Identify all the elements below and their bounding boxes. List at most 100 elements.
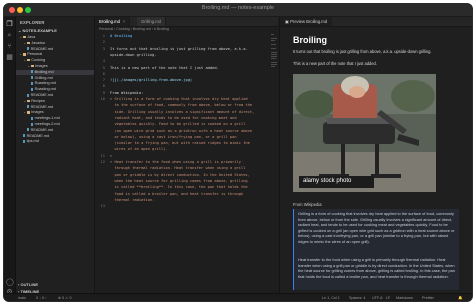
- language-mode[interactable]: Markdown: [396, 294, 413, 301]
- tab-grilling[interactable]: Grilling.md: [137, 17, 167, 26]
- code-line[interactable]: is called **broiling**. In this case, th…: [95, 185, 278, 190]
- file-item[interactable]: Roasting.md: [16, 87, 94, 92]
- code-line[interactable]: 5 This is a new part of the note that I j…: [95, 66, 278, 71]
- close-icon[interactable]: ×: [123, 19, 125, 24]
- line-number: 11: [100, 153, 105, 158]
- line-text: side. Grilling usually involves a signif…: [110, 109, 255, 114]
- code-line[interactable]: 1 # Broiling: [95, 34, 278, 39]
- folder-item[interactable]: ⌄ Personal: [16, 52, 94, 57]
- code-line[interactable]: thermal radiation.: [95, 198, 278, 203]
- line-number: 10: [100, 97, 105, 101]
- files-icon[interactable]: ❐: [6, 21, 13, 28]
- code-line[interactable]: wires of an open grill).: [95, 147, 278, 152]
- code-line[interactable]: pan or griddle is by direct conduction. …: [95, 173, 278, 178]
- tree-item-label: meetings-1.md: [34, 116, 60, 121]
- code-line[interactable]: 3 It turns out that broiling is just gril…: [95, 47, 278, 52]
- file-item[interactable]: README.md: [16, 128, 94, 133]
- tab-preview[interactable]: ▣ Preview Broiling.md: [280, 17, 333, 26]
- markdown-file-icon: [31, 76, 34, 80]
- code-line[interactable]: 13: [95, 204, 278, 209]
- code-line[interactable]: (an open wire grid such as a gridiron wi…: [95, 129, 278, 134]
- line-text: # Broiling: [110, 34, 133, 38]
- file-item[interactable]: meetings-1.md: [16, 116, 94, 121]
- folder-icon: [31, 64, 34, 68]
- encoding[interactable]: UTF-8: [372, 294, 382, 301]
- code-line[interactable]: 6: [95, 72, 278, 77]
- source-control-icon[interactable]: ⑂: [6, 43, 13, 50]
- folder-item[interactable]: ⌄ Images: [16, 110, 94, 115]
- folder-icon: [23, 35, 26, 39]
- search-icon[interactable]: ⌕: [6, 32, 13, 39]
- outline-section[interactable]: › OUTLINE: [18, 282, 38, 287]
- folder-item[interactable]: ⌄ Recipes: [16, 99, 94, 104]
- code-line[interactable]: 2: [95, 40, 278, 45]
- line-ending[interactable]: LF: [386, 294, 390, 301]
- bell-icon[interactable]: 🔔: [458, 294, 463, 301]
- code-line[interactable]: 11 >: [95, 154, 278, 159]
- title-bar: Broiling.md — notes-example: [4, 4, 472, 17]
- cursor-position[interactable]: Ln 1, Col 1: [322, 294, 340, 301]
- editor-tab-bar: Broiling.md × Grilling.md: [95, 17, 278, 27]
- line-number: 7: [102, 78, 105, 83]
- code-line[interactable]: vegetables quickly. Food to be grilled i…: [95, 122, 278, 127]
- code-line[interactable]: through thermal radiation. Heat transfer…: [95, 166, 278, 171]
- workspace-section[interactable]: ⌄ NOTES-EXAMPLE: [18, 28, 57, 33]
- account-icon[interactable]: ◯: [6, 279, 14, 286]
- code-line[interactable]: 10 > Grilling is a form of cooking that i…: [95, 97, 278, 102]
- tree-item-label: Broiling.md: [34, 69, 54, 74]
- quote-paragraph-2: Heat transfer to the food when using a g…: [298, 257, 456, 279]
- file-item[interactable]: README.md: [16, 47, 94, 52]
- code-line[interactable]: 7 ![](./images/grilling-from-above.jpg): [95, 78, 278, 83]
- code-line[interactable]: 8: [95, 84, 278, 89]
- file-item[interactable]: meetings-2.md: [16, 122, 94, 127]
- file-item[interactable]: README.md: [16, 93, 94, 98]
- code-line[interactable]: when the heat source for grilling comes …: [95, 179, 278, 184]
- folder-item[interactable]: ⌄ Javadoc: [16, 41, 94, 46]
- line-number: 3: [102, 46, 105, 51]
- photo-watermark: alamy stock photo: [303, 178, 352, 184]
- problems-indicator[interactable]: ⊗ 0 ⚠ 0: [58, 294, 72, 301]
- code-line[interactable]: 4: [95, 59, 278, 64]
- code-line[interactable]: food is called a broiler pan, and heat t…: [95, 192, 278, 197]
- code-line[interactable]: 12 > Heat transfer to the food when using…: [95, 160, 278, 165]
- minimap[interactable]: [271, 34, 277, 154]
- file-item[interactable]: README.md: [16, 105, 94, 110]
- code-line[interactable]: or below), using a cast iron/frying pan,…: [95, 135, 278, 140]
- folder-item[interactable]: ⌄ Java: [16, 35, 94, 40]
- file-item[interactable]: Roasting.md: [16, 81, 94, 86]
- code-line[interactable]: upside-down grilling.: [95, 53, 278, 58]
- tree-item-label: Cooking: [31, 58, 46, 63]
- tab-broiling[interactable]: Broiling.md ×: [95, 17, 131, 26]
- file-item[interactable]: Broiling.md: [16, 69, 94, 75]
- markdown-file-icon: [27, 105, 30, 109]
- markdown-preview: ▣ Preview Broiling.md Broiling It turns …: [279, 17, 472, 293]
- tree-item-label: Personal: [27, 52, 43, 57]
- code-line[interactable]: to the surface of food, commonly from ab…: [95, 103, 278, 108]
- code-line[interactable]: side. Grilling usually involves a signif…: [95, 110, 278, 115]
- sync-indicator[interactable]: 0 ↓ 0 ↑: [36, 294, 47, 301]
- line-number: 8: [102, 84, 105, 89]
- app-window: Broiling.md — notes-example ❐ ⌕ ⑂ ▦ ◯ ⚙ …: [3, 3, 473, 302]
- markdown-file-icon: [31, 116, 34, 120]
- indentation[interactable]: Spaces: 4: [349, 294, 365, 301]
- code-line[interactable]: 9 From Wikipedia:: [95, 91, 278, 96]
- markdown-file-icon: [27, 93, 30, 97]
- line-number: 4: [102, 59, 105, 64]
- file-item[interactable]: Grilling.md: [16, 76, 94, 81]
- folder-item[interactable]: ⌄ Cooking: [16, 58, 94, 63]
- code-line[interactable]: radiant heat, and tends to be used for c…: [95, 116, 278, 121]
- line-text: It turns out that broiling is just grill…: [110, 46, 248, 51]
- markdown-file-icon: [31, 70, 34, 74]
- formatter[interactable]: Prettier: [422, 294, 434, 301]
- line-number: 12: [100, 160, 105, 164]
- tree-item-label: Roasting.md: [34, 81, 56, 86]
- markdown-file-icon: [31, 81, 34, 85]
- folder-item[interactable]: ⌄ Images: [16, 64, 94, 69]
- file-item[interactable]: tips.md: [16, 139, 94, 144]
- code-line[interactable]: (similar to a frying pan, but with raise…: [95, 141, 278, 146]
- extensions-icon[interactable]: ▦: [6, 54, 13, 61]
- breadcrumb[interactable]: Personal › Cooking › Broiling.md › # Bro…: [99, 27, 169, 31]
- file-item[interactable]: README.md: [16, 134, 94, 139]
- branch-indicator[interactable]: main: [18, 294, 26, 301]
- line-text: > Heat transfer to the food when using a…: [110, 160, 241, 164]
